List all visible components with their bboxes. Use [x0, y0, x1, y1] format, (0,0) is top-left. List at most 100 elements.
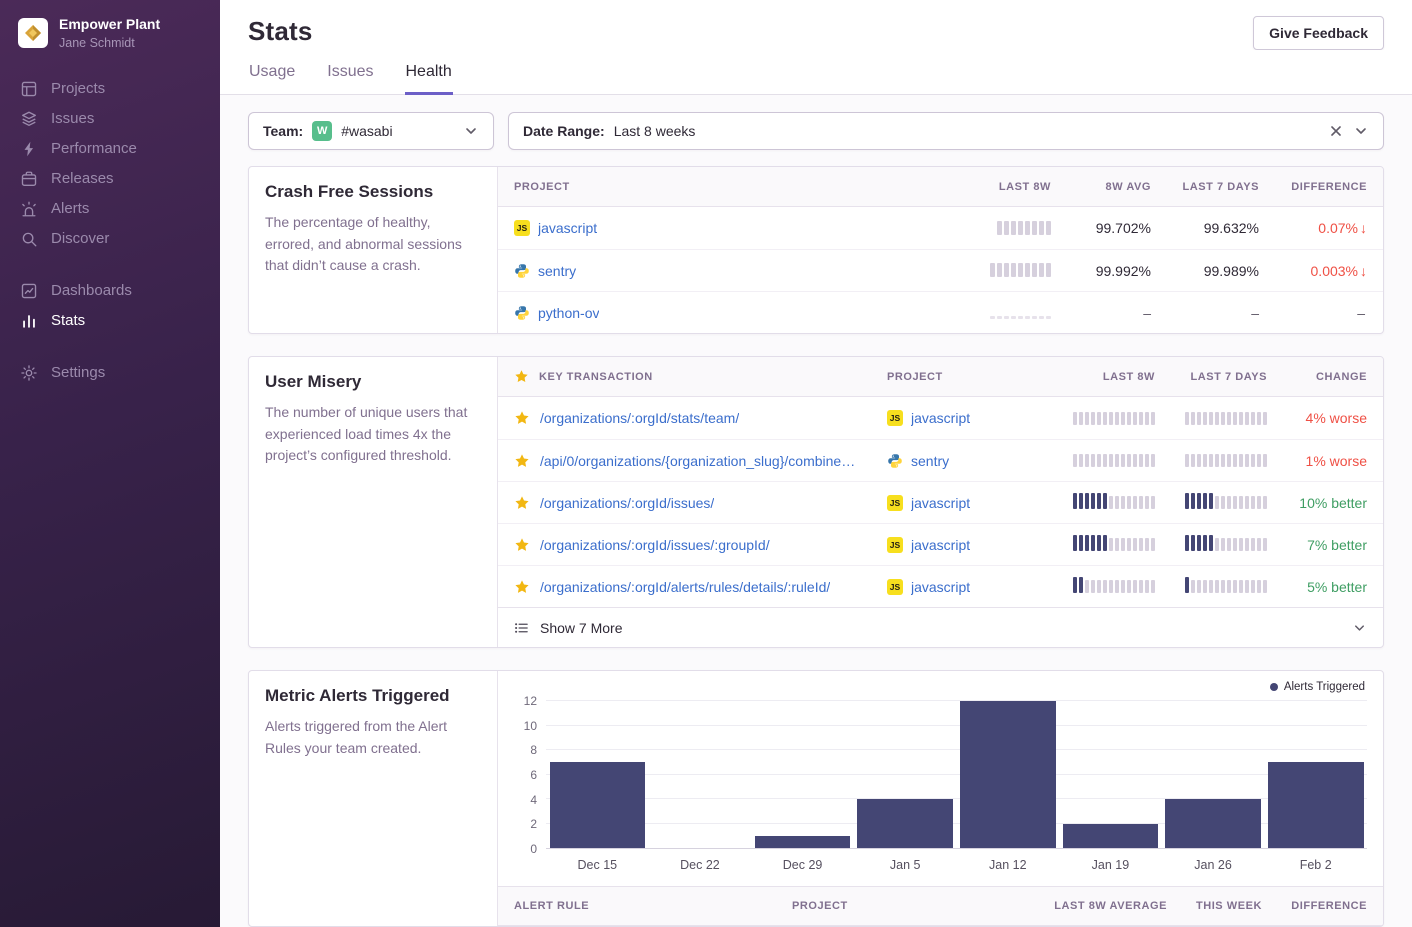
- sparkline-bars: [1073, 409, 1155, 425]
- projects-icon: [20, 80, 38, 98]
- sidebar-item-label: Alerts: [51, 200, 89, 217]
- bar-chart: 024681012: [514, 701, 1367, 849]
- dashboards-icon: [20, 282, 38, 300]
- chart-bar[interactable]: [1162, 701, 1265, 848]
- column-header: 8W Avg: [1051, 181, 1151, 193]
- table-row: /organizations/:orgId/issues/JSjavascrip…: [498, 481, 1383, 523]
- sidebar-item-projects[interactable]: Projects: [0, 74, 220, 104]
- team-select[interactable]: Team: W #wasabi: [248, 112, 494, 150]
- sparkline-bars: [1185, 493, 1267, 509]
- star-icon[interactable]: [514, 453, 530, 469]
- python-icon: [887, 453, 903, 469]
- star-icon[interactable]: [514, 495, 530, 511]
- table-row: /organizations/:orgId/alerts/rules/detai…: [498, 565, 1383, 607]
- sidebar-item-label: Projects: [51, 80, 105, 97]
- sparkline-bars: [1073, 493, 1155, 509]
- sidebar-item-dashboards[interactable]: Dashboards: [0, 276, 220, 306]
- team-value: #wasabi: [341, 123, 392, 139]
- content: Team: W #wasabi Date Range: Last 8 weeks: [220, 95, 1412, 927]
- column-header: Last 8W: [926, 181, 1051, 193]
- clear-icon[interactable]: [1328, 123, 1344, 139]
- panel-title: Crash Free Sessions: [265, 182, 481, 202]
- chevron-down-icon: [1352, 620, 1367, 635]
- transaction-link[interactable]: /api/0/organizations/{organization_slug}…: [540, 453, 855, 469]
- column-header: Project: [792, 900, 992, 912]
- change-value: 5% better: [1267, 579, 1367, 595]
- chart-bar[interactable]: [854, 701, 957, 848]
- sparkline-bars: [1073, 451, 1155, 467]
- y-axis-label: 10: [524, 719, 537, 733]
- project-link[interactable]: javascript: [911, 410, 970, 426]
- sidebar-item-releases[interactable]: Releases: [0, 164, 220, 194]
- column-header: Alert Rule: [514, 900, 792, 912]
- trend-down-icon: ↓: [1360, 220, 1367, 236]
- chart-bar[interactable]: [649, 701, 752, 848]
- star-icon[interactable]: [514, 579, 530, 595]
- sidebar-item-settings[interactable]: Settings: [0, 358, 220, 388]
- transaction-link[interactable]: /organizations/:orgId/issues/:groupId/: [540, 537, 770, 553]
- trend-down-icon: ↓: [1360, 263, 1367, 279]
- sidebar-item-issues[interactable]: Issues: [0, 104, 220, 134]
- javascript-icon: JS: [887, 410, 903, 426]
- panel-description-text: Alerts triggered from the Alert Rules yo…: [265, 716, 481, 759]
- last7-value: 99.632%: [1151, 220, 1259, 236]
- star-icon[interactable]: [514, 410, 530, 426]
- transaction-link[interactable]: /organizations/:orgId/stats/team/: [540, 410, 739, 426]
- x-axis-label: Dec 15: [546, 858, 649, 872]
- user-name: Jane Schmidt: [59, 36, 160, 50]
- avg-value: 99.702%: [1051, 220, 1151, 236]
- difference-value: 0.07%↓: [1259, 220, 1367, 236]
- sparkline-bars: [1185, 451, 1267, 467]
- chart-bar[interactable]: [751, 701, 854, 848]
- change-value: 1% worse: [1267, 453, 1367, 469]
- change-value: 10% better: [1267, 495, 1367, 511]
- nav-divider: [0, 336, 220, 358]
- sidebar-item-performance[interactable]: Performance: [0, 134, 220, 164]
- project-link[interactable]: javascript: [911, 579, 970, 595]
- x-axis-label: Dec 22: [649, 858, 752, 872]
- give-feedback-button[interactable]: Give Feedback: [1253, 16, 1384, 50]
- page-title: Stats: [248, 16, 313, 47]
- python-icon: [514, 263, 530, 279]
- chart-bar[interactable]: [546, 701, 649, 848]
- chart-bar[interactable]: [1059, 701, 1162, 848]
- y-axis-label: 6: [530, 768, 537, 782]
- org-switcher[interactable]: Empower Plant Jane Schmidt: [0, 0, 220, 74]
- panel-title: Metric Alerts Triggered: [265, 686, 481, 706]
- sparkline-bars: [1185, 535, 1267, 551]
- project-link[interactable]: javascript: [538, 220, 597, 236]
- y-axis-label: 2: [530, 817, 537, 831]
- sidebar-item-discover[interactable]: Discover: [0, 224, 220, 254]
- sidebar: Empower Plant Jane Schmidt Projects Issue…: [0, 0, 220, 927]
- date-range-select[interactable]: Date Range: Last 8 weeks: [508, 112, 1384, 150]
- org-name: Empower Plant: [59, 16, 160, 34]
- chart-bar[interactable]: [957, 701, 1060, 848]
- tab-health[interactable]: Health: [405, 63, 453, 95]
- project-link[interactable]: python-ov: [538, 305, 599, 321]
- crash-free-sessions-panel: Crash Free Sessions The percentage of he…: [248, 166, 1384, 334]
- transaction-link[interactable]: /organizations/:orgId/issues/: [540, 495, 714, 511]
- sidebar-item-alerts[interactable]: Alerts: [0, 194, 220, 224]
- sidebar-item-stats[interactable]: Stats: [0, 306, 220, 336]
- show-more-button[interactable]: Show 7 More: [498, 607, 1383, 647]
- project-link[interactable]: javascript: [911, 495, 970, 511]
- tab-usage[interactable]: Usage: [248, 63, 296, 95]
- org-avatar: [18, 18, 48, 48]
- transaction-link[interactable]: /organizations/:orgId/alerts/rules/detai…: [540, 579, 830, 595]
- project-link[interactable]: sentry: [538, 263, 576, 279]
- project-link[interactable]: javascript: [911, 537, 970, 553]
- discover-icon: [20, 230, 38, 248]
- avg-value: 99.992%: [1051, 263, 1151, 279]
- chevron-down-icon: [1353, 123, 1369, 139]
- filter-row: Team: W #wasabi Date Range: Last 8 weeks: [248, 112, 1384, 150]
- change-value: 7% better: [1267, 537, 1367, 553]
- tab-issues[interactable]: Issues: [326, 63, 374, 95]
- project-link[interactable]: sentry: [911, 453, 949, 469]
- table-header-row: ProjectLast 8W8W AvgLast 7 DaysDifferenc…: [498, 167, 1383, 207]
- panel-description: Crash Free Sessions The percentage of he…: [249, 167, 498, 333]
- x-axis-label: Jan 5: [854, 858, 957, 872]
- javascript-icon: JS: [887, 579, 903, 595]
- star-icon[interactable]: [514, 537, 530, 553]
- chart-bar[interactable]: [1264, 701, 1367, 848]
- column-header: Last 7 Days: [1155, 371, 1267, 383]
